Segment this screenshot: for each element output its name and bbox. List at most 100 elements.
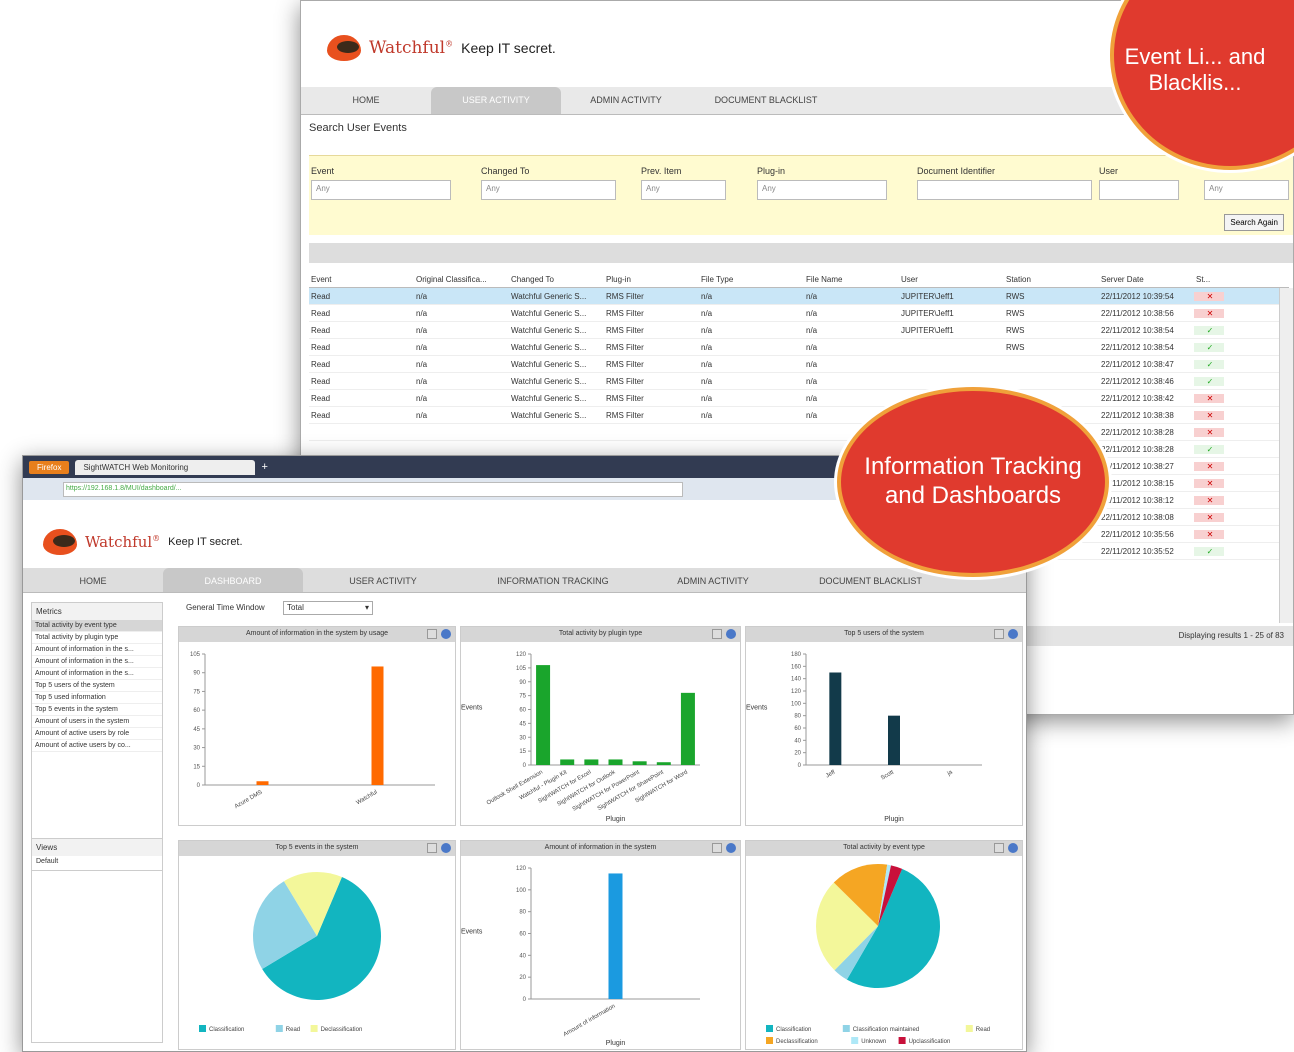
bar[interactable]: [608, 873, 623, 999]
table-row[interactable]: Read n/a Watchful Generic S... RMS Filter n/…: [309, 407, 1289, 424]
bar[interactable]: [680, 692, 695, 765]
tab-home[interactable]: HOME: [301, 87, 431, 114]
close-icon: ✕: [1194, 461, 1224, 471]
url-field[interactable]: https://192.168.1.8/MUI/dashboard/...: [63, 481, 683, 497]
menu-item[interactable]: Top 5 events in the system: [32, 704, 162, 716]
check-icon: ✓: [1194, 325, 1224, 335]
column-header[interactable]: User: [899, 275, 1004, 284]
table-row[interactable]: Read n/a Watchful Generic S... RMS Filter n/…: [309, 356, 1289, 373]
watchful-logo-icon: [43, 529, 77, 555]
refresh-icon[interactable]: [726, 629, 736, 639]
table-cell: n/a: [806, 308, 818, 318]
column-header[interactable]: File Type: [699, 275, 804, 284]
column-header[interactable]: St...: [1194, 275, 1224, 284]
menu-item[interactable]: Amount of information in the s...: [32, 644, 162, 656]
menu-item[interactable]: Top 5 users of the system: [32, 680, 162, 692]
menu-item[interactable]: Top 5 used information: [32, 692, 162, 704]
table-row[interactable]: Read n/a Watchful Generic S... RMS Filter n/…: [309, 373, 1289, 390]
column-header[interactable]: File Name: [804, 275, 899, 284]
bar[interactable]: [371, 666, 384, 785]
table-cell: n/a: [701, 410, 713, 420]
export-icon[interactable]: [994, 843, 1004, 853]
tab-user-activity[interactable]: USER ACTIVITY: [431, 87, 561, 114]
bar[interactable]: [829, 672, 842, 766]
menu-item[interactable]: Amount of information in the s...: [32, 668, 162, 680]
export-icon[interactable]: [712, 843, 722, 853]
table-cell: n/a: [416, 410, 428, 420]
table-row[interactable]: Read n/a Watchful Generic S... RMS Filter n/…: [309, 390, 1289, 407]
table-cell: 22/11/2012 10:38:12: [1101, 495, 1174, 505]
browser-tab[interactable]: SightWATCH Web Monitoring: [75, 459, 256, 475]
table-cell: n/a: [416, 325, 428, 335]
table-row[interactable]: Read n/a Watchful Generic S... RMS Filter n/…: [309, 288, 1289, 305]
bar[interactable]: [536, 665, 551, 765]
filter-input-2[interactable]: Any: [641, 180, 726, 200]
export-icon[interactable]: [712, 629, 722, 639]
menu-item[interactable]: Total activity by event type: [32, 620, 162, 632]
column-header[interactable]: Original Classifica...: [414, 275, 509, 284]
tab-home[interactable]: HOME: [23, 568, 163, 592]
filter-input-5[interactable]: [1099, 180, 1179, 200]
tab-admin-activity[interactable]: ADMIN ACTIVITY: [561, 87, 691, 114]
tab-user-activity[interactable]: USER ACTIVITY: [303, 568, 463, 592]
menu-item[interactable]: Amount of information in the s...: [32, 656, 162, 668]
table-cell: 22/11/2012 10:35:56: [1101, 529, 1174, 539]
refresh-icon[interactable]: [1008, 843, 1018, 853]
refresh-icon[interactable]: [441, 843, 451, 853]
table-row[interactable]: Read n/a Watchful Generic S... RMS Filter n/…: [309, 322, 1289, 339]
bar[interactable]: [560, 759, 575, 765]
filter-input-6[interactable]: Any: [1204, 180, 1289, 200]
menu-item[interactable]: Amount of active users by co...: [32, 740, 162, 752]
bar[interactable]: [656, 762, 671, 765]
grid-scrollbar[interactable]: [1279, 288, 1293, 623]
bar[interactable]: [584, 759, 599, 765]
export-icon[interactable]: [994, 629, 1004, 639]
search-filter-panel: Search Again Event Any Changed To Any Prev. …: [309, 155, 1293, 235]
export-icon[interactable]: [427, 843, 437, 853]
table-cell: 22/11/2012 10:38:27: [1101, 461, 1174, 471]
column-header[interactable]: Changed To: [509, 275, 604, 284]
filter-input-1[interactable]: Any: [481, 180, 616, 200]
firefox-menu-button[interactable]: Firefox: [29, 460, 70, 474]
refresh-icon[interactable]: [441, 629, 451, 639]
tab-dashboard[interactable]: DASHBOARD: [163, 568, 303, 592]
new-tab-icon[interactable]: +: [261, 461, 267, 473]
filter-label: Prev. Item: [641, 166, 682, 176]
check-icon: ✓: [1194, 359, 1224, 369]
column-header[interactable]: Event: [309, 275, 414, 284]
bar[interactable]: [256, 781, 269, 785]
menu-item[interactable]: Total activity by plugin type: [32, 632, 162, 644]
filter-input-4[interactable]: [917, 180, 1092, 200]
column-header[interactable]: Server Date: [1099, 275, 1194, 284]
refresh-icon[interactable]: [1008, 629, 1018, 639]
filter-input-3[interactable]: Any: [757, 180, 887, 200]
table-row[interactable]: 22/11/2012 10:38:28 ✕: [309, 424, 1289, 441]
column-header[interactable]: Station: [1004, 275, 1099, 284]
views-item[interactable]: Default: [32, 856, 162, 867]
bar[interactable]: [608, 759, 623, 765]
tab-document-blacklist[interactable]: DOCUMENT BLACKLIST: [691, 87, 841, 114]
y-tick-label: 120: [516, 866, 527, 872]
table-row[interactable]: Read n/a Watchful Generic S... RMS Filter n/…: [309, 305, 1289, 322]
filter-input-0[interactable]: Any: [311, 180, 451, 200]
chevron-down-icon: ▾: [364, 603, 369, 612]
y-tick-label: 60: [193, 708, 200, 714]
search-again-button[interactable]: Search Again: [1224, 214, 1284, 231]
table-row[interactable]: Read n/a Watchful Generic S... RMS Filter n/…: [309, 339, 1289, 356]
bar[interactable]: [632, 761, 647, 765]
table-cell: 22/11/2012 10:38:54: [1101, 342, 1174, 352]
tab-admin-activity[interactable]: ADMIN ACTIVITY: [643, 568, 783, 592]
bar[interactable]: [888, 715, 900, 765]
menu-item[interactable]: Amount of users in the system: [32, 716, 162, 728]
column-header[interactable]: Plug-in: [604, 275, 699, 284]
panel-info-by-usage: Amount of information in the system by u…: [178, 626, 456, 826]
tab-information-tracking[interactable]: INFORMATION TRACKING: [463, 568, 643, 592]
table-cell: RWS: [1006, 325, 1025, 335]
menu-item[interactable]: Amount of active users by role: [32, 728, 162, 740]
time-window-select[interactable]: Total ▾: [283, 601, 373, 615]
export-icon[interactable]: [427, 629, 437, 639]
x-axis-label: Plugin: [884, 816, 904, 823]
refresh-icon[interactable]: [726, 843, 736, 853]
table-cell: 22/11/2012 10:35:52: [1101, 546, 1174, 556]
close-icon: ✕: [1194, 478, 1224, 488]
